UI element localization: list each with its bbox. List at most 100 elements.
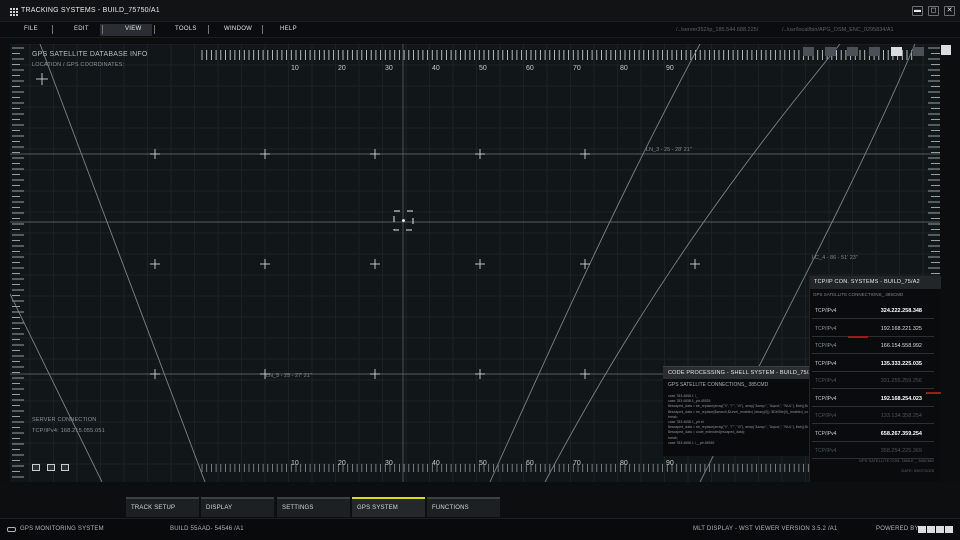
tab-label: FUNCTIONS: [432, 505, 469, 511]
menu-tools[interactable]: TOOLS: [175, 26, 197, 32]
tab-label: SETTINGS: [282, 505, 314, 511]
tcp-ip-address: 133.134.358.254: [880, 413, 922, 419]
tab-label: GPS SYSTEM: [357, 505, 399, 511]
tcp-protocol: TCP/IPv4: [815, 395, 837, 402]
tab-display[interactable]: DISPLAY: [201, 497, 274, 517]
ruler-tick-label: 20: [338, 460, 346, 467]
tcp-ip-address: 331.255.259.256: [880, 378, 922, 384]
status-build: BUILD 55AAD- 54546 /A1: [170, 526, 244, 532]
tcp-protocol: TCP/IPv4: [815, 308, 837, 314]
ruler-tick-label: 60: [526, 460, 534, 467]
tcp-row[interactable]: TCP/IPv4 192.168.254.023: [812, 390, 934, 407]
server-path: /../server352/ip_185.544.688.225/: [676, 27, 759, 33]
trajectory-line: [10, 293, 103, 482]
menu-help[interactable]: HELP: [280, 26, 297, 32]
tcp-protocol: TCP/IPv4: [815, 413, 837, 419]
panel-title: GPS SATELLITE DATABASE INFO: [32, 51, 148, 58]
alert-marker: [848, 336, 868, 338]
code-line: case 783:4658.1 /__ptr.45535: [668, 440, 715, 445]
toolbar-button: [803, 47, 814, 56]
menu-bar: FILE EDIT VIEW TOOLS WINDOW HELP /../ser…: [0, 22, 960, 38]
code-panel-title: CODE PROCESSING - SHELL SYSTEM - BUILD_7…: [663, 367, 815, 379]
tcp-protocol: TCP/IPv4: [815, 343, 837, 349]
tcp-ip-address: 166.154.558.992: [880, 343, 922, 349]
tcp-row[interactable]: TCP/IPv4 324.222.258.348: [812, 302, 934, 319]
tcp-ip-address: 324.222.258.348: [880, 308, 922, 314]
tcp-panel-title: TCP/IP CON. SYSTEMS - BUILD_75/A2: [810, 276, 941, 289]
tcp-row[interactable]: TCP/IPv4 358.254.225.369: [812, 442, 934, 459]
ruler-tick-label: 30: [385, 65, 393, 72]
tab-functions[interactable]: FUNCTIONS: [427, 497, 500, 517]
view-mode-2-icon[interactable]: [47, 464, 55, 471]
ruler-tick-label: 20: [338, 65, 346, 72]
app-grid-icon: [10, 8, 18, 16]
tcp-connections-panel: TCP/IP CON. SYSTEMS - BUILD_75/A2 GPS SA…: [809, 276, 941, 482]
tcp-row[interactable]: TCP/IPv4 166.154.558.992: [812, 337, 934, 354]
menu-file[interactable]: FILE: [24, 26, 38, 32]
minimize-button[interactable]: ▬: [912, 6, 923, 16]
binary-path: /../usr/local/bin/APG_OSM_ENC_0295834/A1: [782, 27, 894, 33]
close-button[interactable]: ✕: [944, 6, 955, 16]
menu-window[interactable]: WINDOW: [224, 26, 252, 32]
tcp-row[interactable]: TCP/IPv4 658.267.359.254: [812, 425, 934, 442]
code-lines: case 783:4658.1 /_ case 783:4658.1_ptr.4…: [668, 394, 808, 446]
menu-separator: [262, 25, 263, 34]
tcp-date: DATE: 05/07/2025: [901, 468, 934, 473]
monitor-icon: [7, 527, 16, 532]
tcp-ip-address: 192.168.254.023: [880, 395, 922, 402]
server-tcp-address: TCP/IPv4: 168.215.055.051: [32, 428, 105, 434]
brand-logo: [918, 526, 953, 533]
ruler-tick-label: 80: [620, 65, 628, 72]
tcp-ip-address: 192.168.221.325: [880, 325, 922, 332]
code-line: $escaped_data = str_replace(array("\\", …: [668, 404, 808, 409]
alert-marker: [926, 392, 941, 394]
status-system-name: GPS MONITORING SYSTEM: [20, 526, 104, 532]
tcp-ip-address: 358.254.225.369: [880, 448, 922, 454]
line-label-ln5: LN_5 - 25 - 27' 21": [266, 373, 312, 379]
ruler-tick-label: 30: [385, 460, 393, 467]
restore-button[interactable]: ◻: [928, 6, 939, 16]
view-mode-1-icon[interactable]: [32, 464, 40, 471]
code-panel-subtitle: GPS SATELLITE CONNECTIONS_ 385CMD: [668, 382, 769, 388]
status-version: MLT DISPLAY - WST VIEWER VERSION 3.5.2 /…: [693, 526, 838, 532]
tab-track-setup[interactable]: TRACK SETUP: [126, 497, 199, 517]
tab-gps-system[interactable]: GPS SYSTEM: [352, 497, 425, 517]
tcp-row[interactable]: TCP/IPv4 192.168.221.325: [812, 320, 934, 337]
tcp-row[interactable]: TCP/IPv4 135.333.225.035: [812, 355, 934, 372]
tab-label: DISPLAY: [206, 505, 233, 511]
view-mode-3-icon[interactable]: [61, 464, 69, 471]
ruler-tick-label: 10: [291, 460, 299, 467]
code-processing-panel: CODE PROCESSING - SHELL SYSTEM - BUILD_7…: [663, 366, 815, 456]
tcp-row[interactable]: TCP/IPv4 133.134.358.254: [812, 407, 934, 424]
toolbar-button: [825, 47, 836, 56]
tab-settings[interactable]: SETTINGS: [277, 497, 350, 517]
toolbar-button: [891, 47, 902, 56]
toolbar-button: [869, 47, 880, 56]
line-label-lc4: LC_4 - 86 - 51' 23": [812, 255, 858, 261]
ruler-tick-label: 50: [479, 460, 487, 467]
window-title: TRACKING SYSTEMS - BUILD_75750/A1: [21, 7, 160, 14]
tcp-protocol: TCP/IPv4: [815, 360, 837, 367]
target-center: [402, 219, 405, 222]
location-label: LOCATION / GPS COORDINATES:: [32, 62, 125, 68]
tcp-ip-address: 658.267.359.254: [880, 430, 922, 437]
tcp-protocol: TCP/IPv4: [815, 325, 837, 332]
menu-view[interactable]: VIEW: [125, 26, 142, 32]
tab-label: TRACK SETUP: [131, 505, 176, 511]
tcp-protocol: TCP/IPv4: [815, 430, 837, 437]
ruler-tick-label: 70: [573, 460, 581, 467]
code-line: $escaped_data = str_replace($search,$Lev…: [668, 409, 808, 414]
menu-edit[interactable]: EDIT: [74, 26, 89, 32]
status-powered-by: POWERED BY: [876, 526, 919, 532]
ruler-tick-label: 70: [573, 65, 581, 72]
expand-icon[interactable]: [941, 45, 951, 55]
ruler-tick-label: 60: [526, 65, 534, 72]
ruler-tick-label: 80: [620, 460, 628, 467]
ruler-tick-label: 40: [432, 65, 440, 72]
toolbar-button: [913, 47, 924, 56]
tcp-row[interactable]: TCP/IPv4 331.255.259.256: [812, 372, 934, 389]
line-label-ln3: LN_3 - 25 - 28' 21": [646, 147, 692, 153]
menu-separator: [52, 25, 53, 34]
ruler-tick-label: 10: [291, 65, 299, 72]
server-connection-label: SERVER CONNECTION: [32, 417, 97, 423]
